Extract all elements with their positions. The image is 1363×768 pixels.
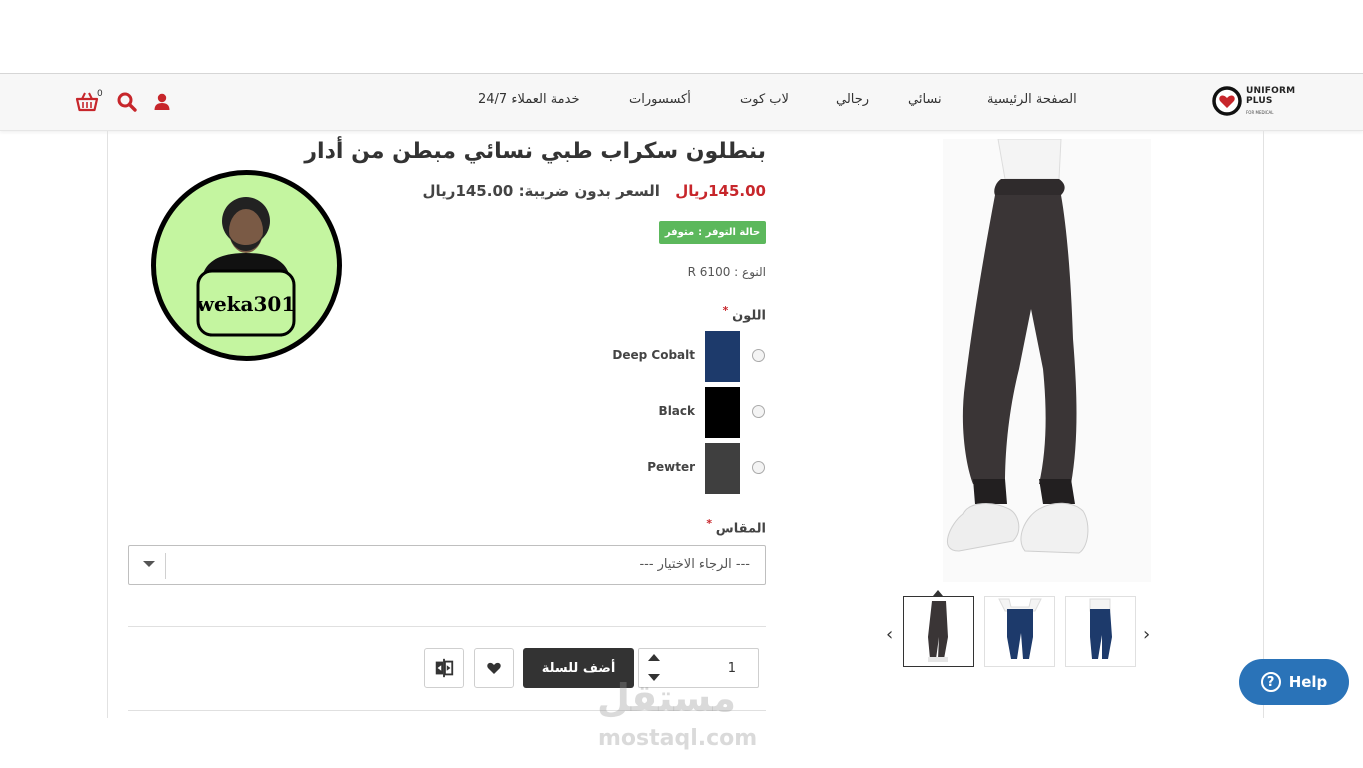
color-swatch[interactable] xyxy=(705,331,740,382)
avatar: weka301 xyxy=(150,169,343,362)
color-swatch[interactable] xyxy=(705,387,740,438)
nav-customer-service[interactable]: خدمة العملاء 24/7 xyxy=(478,92,580,114)
logo-line1: UNIFORM xyxy=(1246,86,1296,96)
model-value: R 6100 xyxy=(687,265,731,279)
product-title: بنطلون سكراب طبي نسائي مبطن من أدار xyxy=(304,139,766,164)
heart-icon xyxy=(487,662,501,674)
color-name: Pewter xyxy=(647,460,695,474)
increment-icon[interactable] xyxy=(648,654,660,661)
site-header: UNIFORM PLUS FOR MEDICAL الصفحة الرئيسية… xyxy=(0,73,1363,131)
color-name: Black xyxy=(658,404,695,418)
stock-value: متوفر xyxy=(664,227,695,238)
chevron-right-icon[interactable]: › xyxy=(1143,624,1150,645)
size-select[interactable]: --- الرجاء الاختيار --- xyxy=(128,545,766,585)
avatar-name: weka301 xyxy=(196,292,296,316)
required-star: * xyxy=(722,304,733,317)
color-radio[interactable] xyxy=(752,349,765,362)
product-main-image[interactable] xyxy=(943,138,1151,582)
price-row: 145.00ريال السعر بدون ضريبة: 145.00ريال xyxy=(423,182,766,200)
divider xyxy=(128,626,766,627)
color-label: اللون * xyxy=(722,304,766,324)
color-radio[interactable] xyxy=(752,405,765,418)
required-star: * xyxy=(706,517,716,530)
content-frame-left xyxy=(107,131,108,718)
user-icon[interactable] xyxy=(150,90,174,114)
color-option-black[interactable]: Black xyxy=(600,387,770,438)
watermark-latin: mostaql.com xyxy=(598,726,758,751)
top-blank-band xyxy=(0,0,1363,73)
model-row: النوع : R 6100 xyxy=(688,265,766,279)
cart-count-badge: 0 xyxy=(97,89,103,99)
select-separator xyxy=(165,553,166,579)
color-option-deep-cobalt[interactable]: Deep Cobalt xyxy=(600,331,770,382)
wishlist-button[interactable] xyxy=(474,648,514,688)
logo-heart-icon xyxy=(1212,86,1242,116)
stock-label: حالة التوفر : xyxy=(698,227,761,238)
nav-lab-coat[interactable]: لاب كوت xyxy=(740,92,789,114)
quantity-input[interactable]: 1 xyxy=(728,661,736,676)
watermark-arabic: مستقل xyxy=(597,676,736,720)
nav-home[interactable]: الصفحة الرئيسية xyxy=(987,92,1077,114)
thumbnail-pewter[interactable] xyxy=(903,596,974,667)
tax-price-label: السعر بدون ضريبة: xyxy=(518,182,660,200)
logo[interactable]: UNIFORM PLUS FOR MEDICAL xyxy=(1210,84,1300,122)
stock-status-badge: حالة التوفر : متوفر xyxy=(659,221,766,244)
help-label: Help xyxy=(1288,673,1328,691)
product-price: 145.00ريال xyxy=(675,182,766,200)
color-swatch[interactable] xyxy=(705,443,740,494)
nav-women[interactable]: نسائي xyxy=(908,92,942,114)
content-frame-right xyxy=(1263,131,1264,718)
nav-men[interactable]: رجالي xyxy=(836,92,869,114)
help-icon: ? xyxy=(1260,672,1281,692)
chevron-down-icon[interactable] xyxy=(143,561,155,567)
chevron-left-icon[interactable]: ‹ xyxy=(886,624,893,645)
color-name: Deep Cobalt xyxy=(612,348,695,362)
model-label: النوع : xyxy=(734,265,766,279)
compare-button[interactable] xyxy=(424,648,464,688)
logo-line2: PLUS xyxy=(1246,96,1273,106)
search-icon[interactable] xyxy=(115,90,139,114)
size-label: المقاس * xyxy=(706,517,766,537)
nav-accessories[interactable]: أكسسورات xyxy=(629,92,691,114)
thumbnail-deep-cobalt-front[interactable] xyxy=(984,596,1055,667)
logo-tagline: FOR MEDICAL xyxy=(1246,110,1274,115)
color-radio[interactable] xyxy=(752,461,765,474)
thumbnail-deep-cobalt-side[interactable] xyxy=(1065,596,1136,667)
size-select-value: --- الرجاء الاختيار --- xyxy=(639,557,750,572)
cart-icon[interactable] xyxy=(75,90,99,114)
color-option-pewter[interactable]: Pewter xyxy=(600,443,770,494)
compare-icon xyxy=(435,658,454,678)
help-button[interactable]: ? Help xyxy=(1239,659,1349,705)
tax-price: 145.00ريال xyxy=(422,182,514,200)
